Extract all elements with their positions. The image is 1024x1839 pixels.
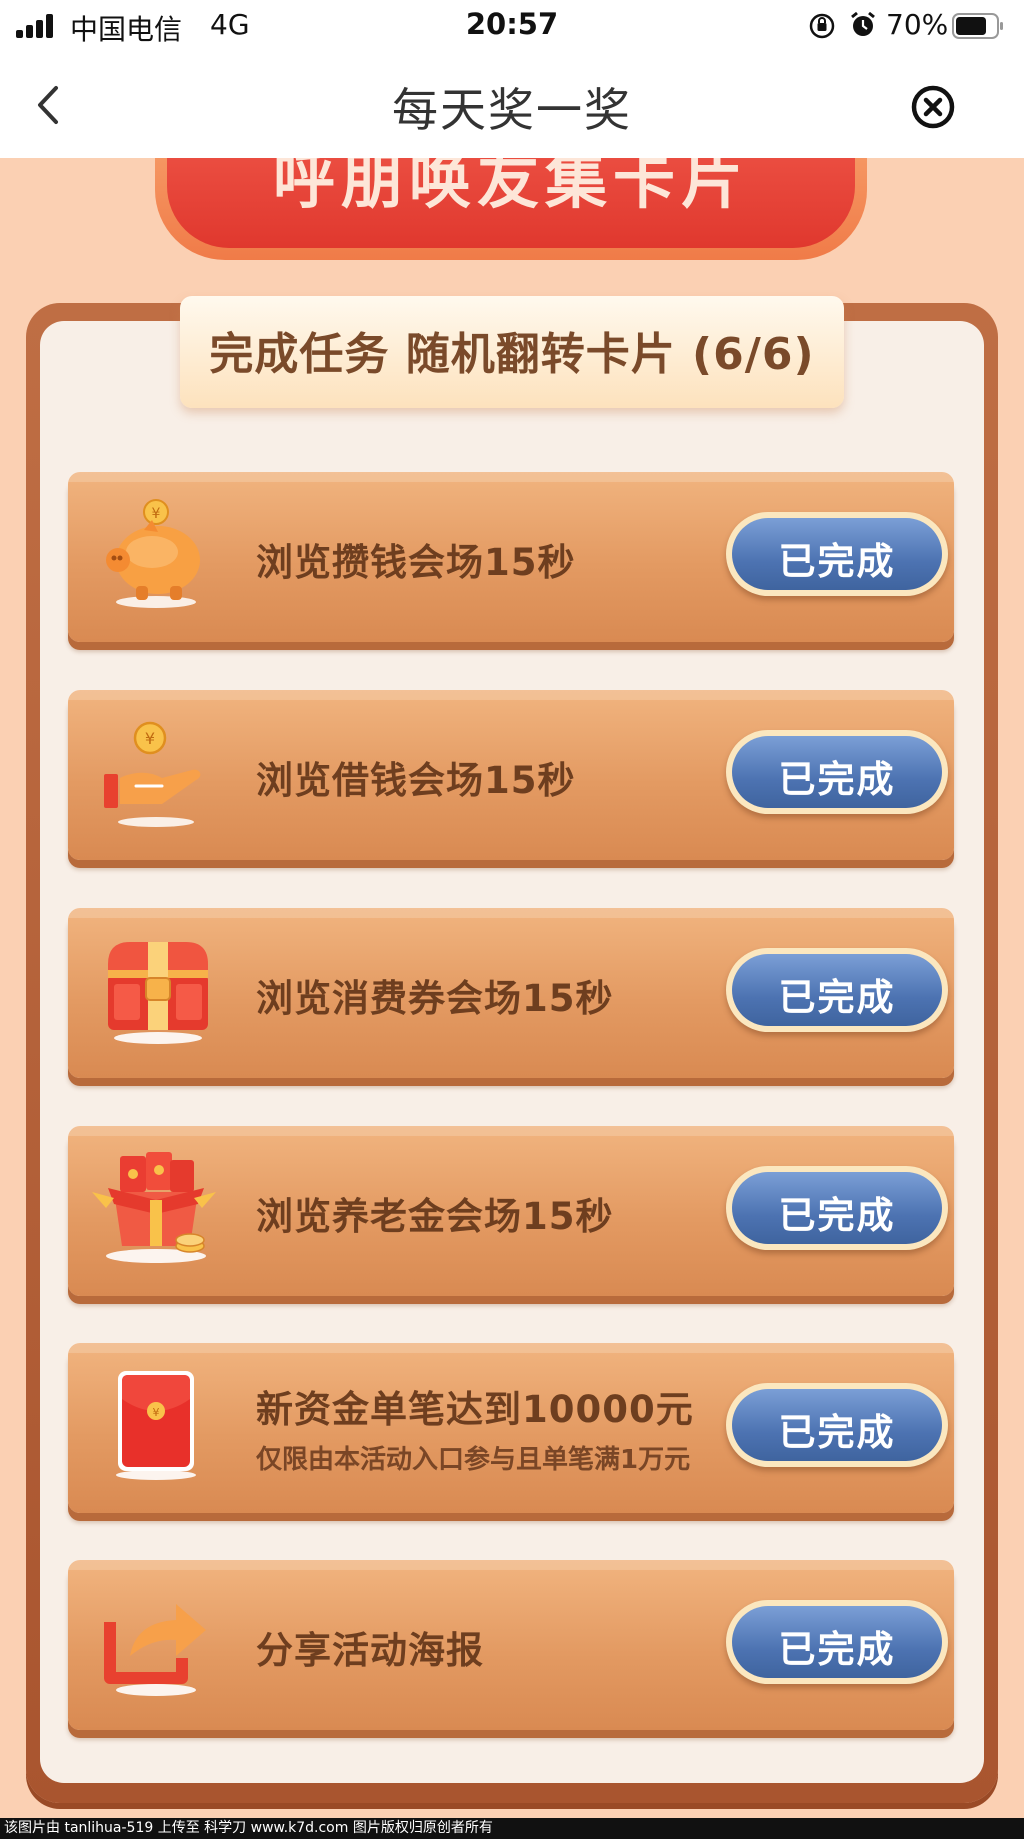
completed-button[interactable]: 已完成 xyxy=(726,1383,948,1467)
rotation-lock-icon xyxy=(809,13,835,39)
task-label: 浏览消费券会场15秒 xyxy=(256,977,614,1020)
share-icon xyxy=(104,1604,206,1696)
banner-clip: 呼朋唤友集卡片 xyxy=(0,158,1024,268)
alarm-icon xyxy=(851,11,875,36)
completed-button[interactable]: 已完成 xyxy=(726,948,948,1032)
button-label: 已完成 xyxy=(778,976,896,1019)
svg-text:¥: ¥ xyxy=(152,506,161,522)
page-title: 每天奖一奖 xyxy=(392,83,632,137)
panel-title: 完成任务 随机翻转卡片 (6/6) xyxy=(209,329,815,380)
banner-text: 呼朋唤友集卡片 xyxy=(272,158,749,217)
collect-cards-banner[interactable]: 呼朋唤友集卡片 xyxy=(155,158,867,260)
battery-percent: 70% xyxy=(886,8,949,41)
task-label: 分享活动海报 xyxy=(256,1629,484,1672)
hand-coin-icon: ¥ xyxy=(104,721,201,827)
button-label: 已完成 xyxy=(778,540,896,583)
svg-text:¥: ¥ xyxy=(145,729,155,748)
watermark-footer: 该图片由 tanlihua-519 上传至 科学刀 www.k7d.com 图片… xyxy=(0,1818,1024,1839)
panel-title-ribbon: 完成任务 随机翻转卡片 (6/6) xyxy=(180,296,844,408)
completed-button[interactable]: 已完成 xyxy=(726,1166,948,1250)
task-label: 浏览养老金会场15秒 xyxy=(256,1195,614,1238)
status-bar: 中国电信 4G 20:57 70% xyxy=(0,0,1024,52)
task-row: 浏览消费券会场15秒 已完成 xyxy=(68,908,954,1078)
task-row: ¥ 新资金单笔达到10000元 仅限由本活动入口参与且单笔满1万元 已完成 xyxy=(68,1343,954,1513)
task-sublabel: 仅限由本活动入口参与且单笔满1万元 xyxy=(256,1445,691,1475)
button-label: 已完成 xyxy=(778,1628,896,1671)
task-row: ¥ 浏览攒钱会场15秒 已完成 xyxy=(68,472,954,642)
button-label: 已完成 xyxy=(778,1194,896,1237)
task-row: ¥ 浏览借钱会场15秒 已完成 xyxy=(68,690,954,860)
button-label: 已完成 xyxy=(778,1411,896,1454)
battery-icon xyxy=(952,13,1003,39)
task-label: 新资金单笔达到10000元 xyxy=(256,1388,694,1431)
task-row: 分享活动海报 已完成 xyxy=(68,1560,954,1730)
treasure-chest-icon xyxy=(108,942,208,1044)
close-icon[interactable] xyxy=(910,84,956,130)
button-label: 已完成 xyxy=(778,758,896,801)
red-envelope-icon: ¥ xyxy=(116,1371,196,1480)
svg-text:¥: ¥ xyxy=(153,1406,160,1419)
completed-button[interactable]: 已完成 xyxy=(726,1600,948,1684)
gift-box-icon xyxy=(92,1152,216,1263)
piggy-bank-icon: ¥ xyxy=(106,499,200,608)
completed-button[interactable]: 已完成 xyxy=(726,730,948,814)
nav-bar: 每天奖一奖 xyxy=(0,52,1024,158)
completed-button[interactable]: 已完成 xyxy=(726,512,948,596)
task-label: 浏览攒钱会场15秒 xyxy=(256,541,576,584)
task-label: 浏览借钱会场15秒 xyxy=(256,759,576,802)
task-row: 浏览养老金会场15秒 已完成 xyxy=(68,1126,954,1296)
